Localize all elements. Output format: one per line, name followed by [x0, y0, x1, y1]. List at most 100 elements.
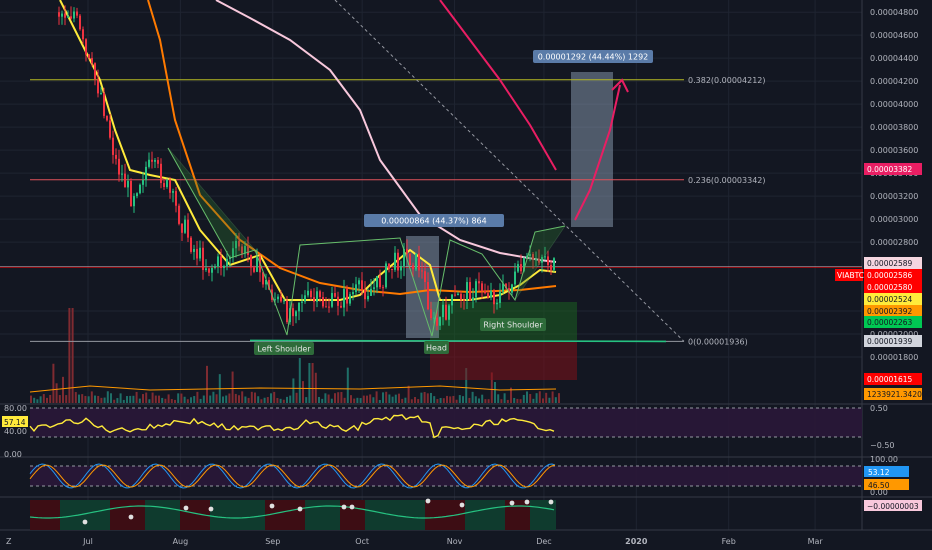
volume-bar: [439, 397, 442, 403]
rsi-band: [30, 408, 862, 437]
volume-bar: [55, 383, 58, 403]
candle-body: [457, 293, 459, 296]
volume-bar: [65, 395, 68, 403]
candle-body: [550, 264, 552, 270]
candle-body: [367, 295, 369, 300]
volume-bar: [183, 396, 186, 403]
candle-body: [97, 79, 99, 94]
volume-bar: [241, 391, 244, 403]
candle-body: [520, 264, 522, 272]
candle-body: [445, 304, 447, 320]
y-tick-label: 0.00003600: [870, 146, 918, 155]
fib-level-label: 0.236(0.00003342): [688, 176, 766, 185]
candle-body: [406, 248, 408, 254]
volume-bar: [62, 376, 64, 403]
candle-body: [328, 306, 330, 308]
price-tag-text: 0.00002589: [867, 259, 913, 268]
candle-body: [64, 13, 66, 18]
candle-body: [361, 280, 363, 290]
volume-bar: [449, 396, 452, 403]
volume-bar: [327, 394, 330, 403]
candle-body: [211, 267, 213, 273]
x-tick-label: Mar: [808, 537, 824, 546]
macd-block: [340, 500, 365, 530]
volume-bar: [177, 393, 180, 403]
fib-level-label: 0(0.00001936): [688, 337, 748, 346]
rsi-level-label: 80.00: [4, 404, 27, 413]
macd-cross-dot: [349, 504, 355, 510]
volume-bar: [52, 363, 55, 403]
volume-bar: [356, 397, 359, 403]
volume-bar: [266, 397, 269, 403]
y-tick-label: 0.00002800: [870, 238, 918, 247]
volume-bar: [215, 394, 218, 403]
left-shoulder-label-text: Left Shoulder: [257, 345, 311, 354]
candle-body: [454, 294, 456, 296]
candle-body: [148, 159, 150, 167]
candle-body: [295, 311, 297, 317]
candle-body: [169, 179, 171, 193]
volume-bar: [398, 393, 400, 403]
volume-bar: [455, 399, 458, 403]
macd-block: [210, 500, 265, 530]
volume-bar: [126, 396, 128, 403]
candle-body: [280, 296, 282, 302]
volume-bar: [292, 378, 295, 403]
candle-body: [85, 39, 87, 55]
macd-block: [530, 500, 556, 530]
volume-bar: [554, 397, 557, 403]
candle-body: [379, 276, 381, 288]
volume-bar: [142, 394, 144, 403]
rsi-level-label: 0.00: [4, 450, 22, 459]
volume-bar: [129, 395, 132, 403]
x-tick-label: Sep: [265, 537, 280, 546]
candle-body: [160, 163, 162, 184]
candle-body: [208, 268, 210, 273]
left-shoulder-label: Left Shoulder: [254, 342, 314, 355]
candle-body: [76, 11, 78, 16]
volume-bar: [538, 391, 541, 403]
volume-bar: [212, 391, 215, 403]
candle-body: [70, 16, 72, 19]
volume-bar: [468, 397, 471, 403]
volume-bar: [94, 395, 96, 403]
head-label-text: Head: [426, 344, 447, 353]
volume-bar: [71, 308, 74, 403]
right-shoulder-label: Right Shoulder: [480, 318, 546, 331]
volume-bar: [522, 394, 525, 403]
volume-bar: [110, 393, 112, 403]
volume-bar: [158, 395, 160, 403]
rsi-right-label: 0.50: [870, 404, 888, 413]
candle-body: [490, 290, 492, 298]
rsi-tag-text: 57.14: [4, 418, 26, 427]
volume-bar: [340, 392, 343, 403]
price-tag-text: 0.00001615: [867, 375, 913, 384]
stoch-band: [30, 466, 862, 486]
volume-bar: [100, 397, 103, 403]
volume-bar: [199, 398, 202, 403]
volume-bar: [532, 398, 535, 403]
candle-body: [109, 120, 111, 138]
neckline: [249, 339, 667, 343]
volume-bar: [487, 399, 490, 403]
volume-bar: [97, 395, 100, 403]
candle-body: [547, 256, 549, 265]
volume-bar: [174, 399, 176, 403]
volume-bar: [410, 399, 413, 403]
y-tick-label: 0.00004800: [870, 8, 918, 17]
volume-bar: [238, 395, 240, 403]
volume-bar: [206, 365, 208, 403]
candle-body: [382, 287, 384, 289]
volume-bar: [558, 393, 560, 403]
volume-bar: [113, 399, 116, 403]
candle-body: [475, 281, 477, 298]
candle-body: [58, 12, 60, 17]
macd-cross-dot: [459, 502, 465, 508]
chart-canvas[interactable]: 0.382(0.00004212) 0.236(0.00003342) 0(0.00…: [0, 0, 932, 550]
volume-bar: [433, 396, 436, 403]
candle-body: [409, 253, 411, 266]
volume-bar: [318, 396, 320, 403]
volume-bar: [414, 397, 416, 403]
candle-body: [394, 252, 396, 270]
volume-bar: [247, 397, 250, 403]
